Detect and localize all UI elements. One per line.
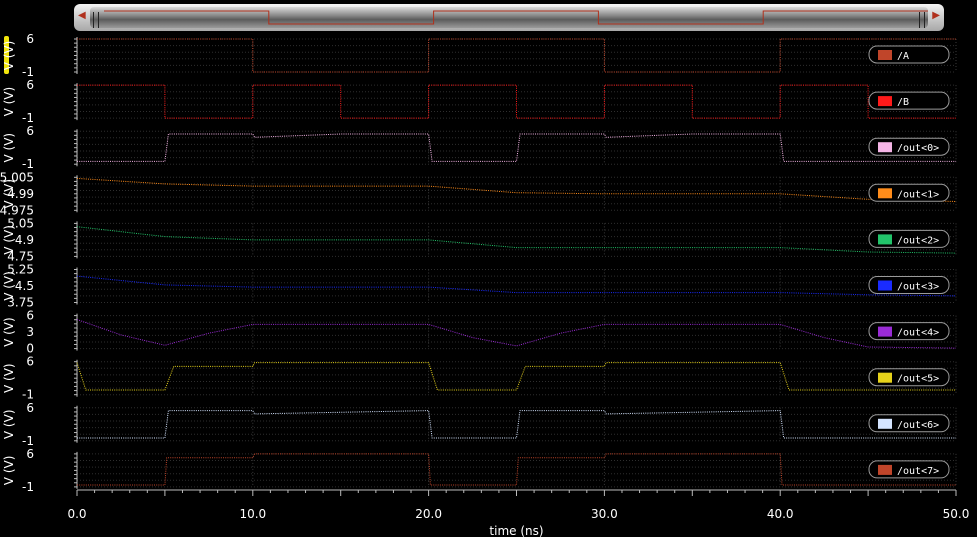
x-axis-label: time (ns) [489, 524, 543, 537]
legend-swatch [878, 50, 892, 60]
trace-panel: 6 -1 V (V) /B [2, 78, 957, 125]
waveform-trace [77, 84, 956, 119]
legend-swatch [878, 234, 892, 245]
legend-label: /out<4> [897, 328, 939, 339]
y-axis-label: V (V) [2, 409, 16, 439]
legend-swatch [878, 418, 892, 429]
waveform-plot: 6-1V (V)/A6-1V (V)/B6-1V (V)/out<0>5.005… [0, 32, 970, 537]
legend-label: /out<1> [897, 189, 939, 200]
y-tick-label: 4.9 [15, 233, 34, 247]
y-tick-label: 0 [26, 342, 34, 356]
legend-label: /out<5> [897, 374, 939, 385]
x-tick-label: 30.0 [591, 507, 618, 521]
legend-swatch [878, 142, 892, 153]
y-axis-label: V (V) [2, 179, 16, 209]
trace-panel: 6 -1 V (V) /out<0> [2, 124, 957, 171]
legend-label: /out<3> [897, 282, 939, 293]
trace-panel: 5.0054.994.975V (V)/out<1> [0, 170, 957, 217]
y-tick-label: 6 [26, 401, 34, 415]
legend-swatch [878, 372, 892, 383]
legend-label: /out<6> [897, 420, 939, 431]
trace-panel: 5.054.94.75V (V)/out<2> [2, 216, 957, 263]
y-tick-label: 6 [26, 309, 34, 323]
trace-panel: 6 -1 V (V) /out<5> [2, 355, 957, 402]
y-tick-label: -1 [22, 434, 34, 448]
waveform-trace [76, 362, 956, 391]
x-tick-label: 0.0 [67, 507, 86, 521]
y-tick-label: -1 [22, 65, 34, 79]
y-tick-label: 6 [26, 447, 34, 461]
legend-swatch [878, 96, 892, 107]
y-axis-label: V (V) [2, 363, 16, 393]
trace-panel: 6 -1 V (V) /out<7> [2, 447, 957, 494]
y-axis-label: V (V) [2, 317, 16, 347]
legend-swatch [878, 188, 892, 199]
legend-label: /out<0> [897, 143, 939, 154]
waveform-trace [76, 319, 957, 349]
y-tick-label: 4.5 [15, 279, 34, 293]
legend-label: /B [897, 97, 909, 108]
y-tick-label: 6 [26, 32, 34, 46]
y-tick-label: -1 [22, 388, 34, 402]
legend-label: /A [897, 51, 909, 62]
x-tick-label: 40.0 [767, 507, 794, 521]
y-tick-label: 3 [26, 325, 34, 339]
legend-label: /out<2> [897, 235, 939, 246]
legend-swatch [878, 464, 892, 475]
y-tick-label: -1 [22, 480, 34, 494]
x-tick-label: 10.0 [239, 507, 266, 521]
trace-panel: 6 -1 V (V) /A [2, 32, 957, 79]
waveform-trace [76, 275, 957, 297]
y-axis-label: V (V) [2, 225, 16, 255]
y-tick-label: -1 [22, 157, 34, 171]
waveform-trace [76, 177, 957, 202]
waveform-trace [77, 38, 956, 73]
y-tick-label: 6 [26, 124, 34, 138]
legend-swatch [878, 326, 892, 337]
legend-swatch [878, 280, 892, 291]
waveform-trace [76, 226, 957, 254]
y-tick-label: 6 [26, 78, 34, 92]
x-tick-label: 20.0 [415, 507, 442, 521]
legend-label: /out<7> [897, 466, 939, 477]
trace-panel: 5.254.53.75V (V)/out<3> [2, 263, 957, 310]
y-tick-label: -1 [22, 111, 34, 125]
y-axis-label: V (V) [2, 456, 16, 486]
y-tick-label: 6 [26, 355, 34, 369]
y-axis-label: V (V) [2, 87, 16, 117]
x-tick-label: 50.0 [943, 507, 970, 521]
y-axis-label: V (V) [2, 133, 16, 163]
trace-panel: 6 -1 V (V) /out<6> [2, 401, 957, 448]
trace-panel: 6 3 0 V (V) /out<4> [2, 309, 957, 356]
y-axis-label: V (V) [2, 41, 16, 71]
y-axis-label: V (V) [2, 271, 16, 301]
